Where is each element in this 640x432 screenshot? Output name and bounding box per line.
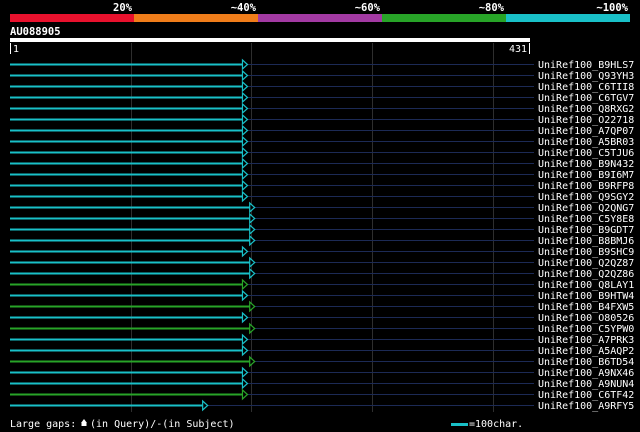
hit-label[interactable]: UniRef100_B9HLS7: [538, 60, 634, 71]
hit-end-arrow-icon: [241, 124, 249, 137]
hit-end-arrow-icon: [241, 80, 249, 93]
hit-end-arrow-icon: [249, 300, 256, 313]
legend-segment: [134, 14, 258, 22]
hit-end-arrow-icon: [241, 168, 249, 181]
hit-label[interactable]: UniRef100_C5TJU6: [538, 148, 634, 159]
hit-label[interactable]: UniRef100_A5AQP2: [538, 346, 634, 357]
hit-label[interactable]: UniRef100_B6TD54: [538, 357, 634, 368]
query-gap-icon: [81, 419, 87, 426]
svg-text:(in Query)/-(in Subject): (in Query)/-(in Subject): [90, 419, 235, 430]
hit-end-arrow-icon: [241, 146, 249, 159]
hit-end-arrow-icon: [241, 190, 249, 203]
hit-end-arrow-icon: [241, 135, 249, 148]
hit-end-arrow-icon: [241, 388, 249, 401]
hit-label[interactable]: UniRef100_A9RFY5: [538, 401, 634, 412]
identity-legend-labels: 20% ~40% ~60% ~80% ~100%: [113, 2, 629, 14]
hit-end-arrow-icon: [241, 179, 249, 192]
hit-end-arrow-icon: [241, 102, 249, 115]
identity-legend-bar: [10, 14, 630, 22]
hit-label[interactable]: UniRef100_B9N432: [538, 159, 634, 170]
hit-end-arrow-icon: [241, 113, 249, 126]
query-start-label: 1: [13, 44, 19, 55]
scale-legend: =100char.: [451, 419, 523, 430]
gaps-subject-label: (in Subject): [162, 419, 234, 430]
hit-end-arrow-icon: [249, 355, 256, 368]
hit-label[interactable]: UniRef100_B9HTW4: [538, 291, 634, 302]
hit-label[interactable]: UniRef100_Q8RXG2: [538, 104, 634, 115]
legend-segment: [258, 14, 382, 22]
legend-label: 20%: [113, 2, 133, 14]
hit-label[interactable]: UniRef100_A7PRK3: [538, 335, 634, 346]
hit-end-arrow-icon: [249, 234, 256, 247]
hit-label[interactable]: UniRef100_O22718: [538, 115, 634, 126]
hit-end-arrow-icon: [249, 256, 256, 269]
legend-segment: [10, 14, 134, 22]
hit-label[interactable]: UniRef100_C5Y8E8: [538, 214, 634, 225]
hit-end-arrow-icon: [241, 69, 249, 82]
hit-label[interactable]: UniRef100_C5YPW0: [538, 324, 634, 335]
hit-rows: UniRef100_B9HLS7UniRef100_Q93YH3UniRef10…: [10, 58, 634, 412]
hit-label[interactable]: UniRef100_B9RFP8: [538, 181, 634, 192]
gaps-query-label: (in Query)/: [90, 419, 156, 430]
hit-end-arrow-icon: [241, 58, 249, 71]
hit-label[interactable]: UniRef100_A7QP07: [538, 126, 634, 137]
hit-label[interactable]: UniRef100_C6TII8: [538, 82, 634, 93]
blast-alignment-graphic: 20% ~40% ~60% ~80% ~100% AU088905 1 431 UniR…: [10, 2, 634, 430]
hit-end-arrow-icon: [249, 223, 256, 236]
query-bar: [10, 38, 530, 42]
hit-label[interactable]: UniRef100_B9I6M7: [538, 170, 634, 181]
hit-end-arrow-icon: [241, 278, 249, 291]
gaps-label: Large gaps:: [10, 419, 76, 430]
hit-end-arrow-icon: [241, 366, 249, 379]
hit-label[interactable]: UniRef100_B9SHC9: [538, 247, 634, 258]
hit-label[interactable]: UniRef100_C6TGV7: [538, 93, 634, 104]
hit-end-arrow-icon: [202, 399, 209, 412]
hit-end-arrow-icon: [249, 201, 256, 214]
hit-label[interactable]: UniRef100_Q8LAY1: [538, 280, 634, 291]
legend-segment: [506, 14, 630, 22]
hit-label[interactable]: UniRef100_B8BMJ6: [538, 236, 634, 247]
hit-label[interactable]: UniRef100_A9NUN4: [538, 379, 634, 390]
legend-label: ~60%: [355, 2, 381, 14]
hit-label[interactable]: UniRef100_A9NX46: [538, 368, 634, 379]
hit-end-arrow-icon: [241, 333, 249, 346]
hit-label[interactable]: UniRef100_B4FXW5: [538, 302, 634, 313]
footer-gap-legend: Large gaps: (in Query)/-(in Subject): [10, 419, 235, 430]
hit-end-arrow-icon: [241, 245, 249, 258]
hit-end-arrow-icon: [249, 212, 256, 225]
hit-label[interactable]: UniRef100_Q2QZ86: [538, 269, 634, 280]
legend-label: ~100%: [596, 2, 628, 14]
hit-label[interactable]: UniRef100_Q2QZ87: [538, 258, 634, 269]
hit-label[interactable]: UniRef100_Q93YH3: [538, 71, 634, 82]
query-end-label: 431: [509, 44, 527, 55]
legend-label: ~40%: [231, 2, 257, 14]
hit-end-arrow-icon: [241, 377, 249, 390]
hit-label[interactable]: UniRef100_A5BR03: [538, 137, 634, 148]
legend-label: ~80%: [479, 2, 505, 14]
hit-label[interactable]: UniRef100_Q9SGY2: [538, 192, 634, 203]
hit-end-arrow-icon: [241, 91, 249, 104]
hit-end-arrow-icon: [249, 322, 256, 335]
svg-text:Large gaps:: Large gaps:: [10, 419, 76, 430]
hit-end-arrow-icon: [241, 344, 249, 357]
hit-end-arrow-icon: [241, 157, 249, 170]
scale-label: =100char.: [469, 419, 523, 430]
query-id: AU088905: [10, 26, 61, 38]
hit-end-arrow-icon: [249, 267, 256, 280]
hit-label[interactable]: UniRef100_B9GDT7: [538, 225, 634, 236]
hit-label[interactable]: UniRef100_C6TF42: [538, 390, 634, 401]
legend-segment: [382, 14, 506, 22]
hit-end-arrow-icon: [241, 311, 249, 324]
hit-label[interactable]: UniRef100_O80526: [538, 313, 634, 324]
hit-end-arrow-icon: [241, 289, 249, 302]
hit-label[interactable]: UniRef100_Q2QNG7: [538, 203, 634, 214]
